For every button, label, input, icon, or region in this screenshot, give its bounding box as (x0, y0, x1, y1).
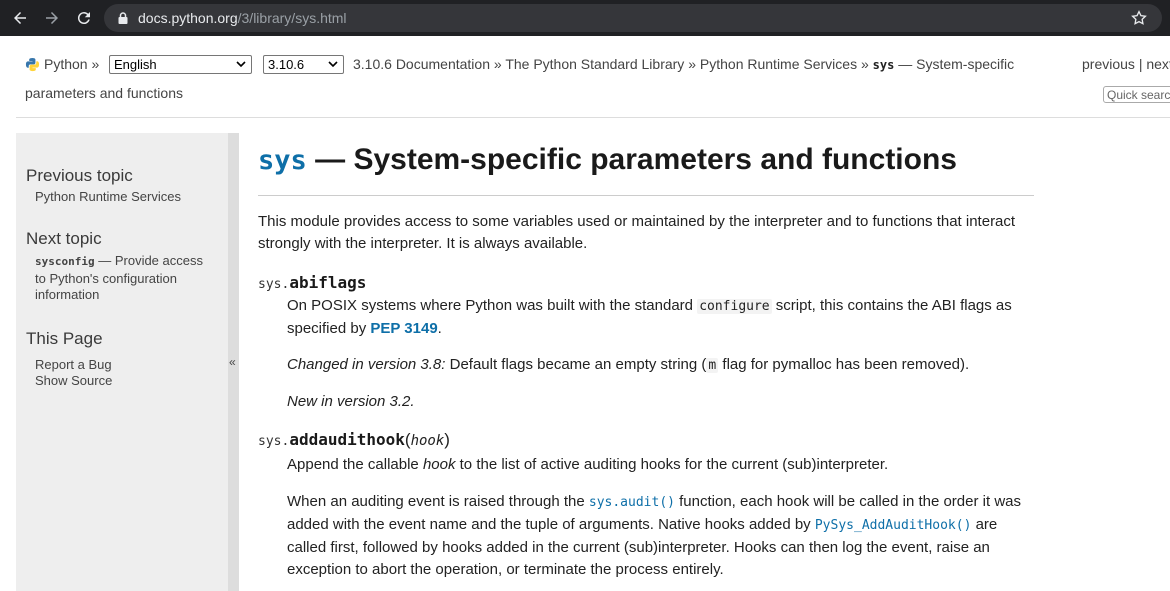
breadcrumb-docs[interactable]: 3.10.6 Documentation (353, 56, 490, 72)
forward-arrow-icon (46, 12, 58, 24)
previous-topic-link[interactable]: Python Runtime Services (35, 189, 181, 206)
addaudithook-details: When an auditing event is raised through… (287, 493, 1021, 578)
bookmark-star-icon[interactable] (1130, 9, 1148, 27)
addaudithook-description: Append the callable hook to the list of … (287, 456, 889, 473)
url-text: docs.python.org/3/library/sys.html (138, 10, 347, 26)
reload-button[interactable] (72, 6, 96, 30)
collapse-chevron-icon: « (229, 355, 236, 369)
sidebar-collapse-button[interactable]: « (228, 133, 239, 591)
reload-icon (77, 12, 90, 25)
browser-toolbar: docs.python.org/3/library/sys.html (0, 0, 1170, 36)
header-divider (16, 117, 1170, 118)
next-topic-link[interactable]: sysconfig — Provide access to Python's co… (35, 253, 220, 304)
breadcrumb-stdlib[interactable]: The Python Standard Library (505, 56, 684, 72)
addaudithook-signature: sys.addaudithook(hook) (258, 430, 450, 449)
abiflags-new-note: New in version 3.2. (287, 393, 415, 410)
breadcrumb-current-code: sys (872, 58, 895, 72)
intro-paragraph: This module provides access to some vari… (258, 213, 1016, 252)
prev-next-nav: previous | next (1082, 56, 1170, 72)
python-logo-icon (25, 57, 40, 72)
breadcrumb-runtime[interactable]: Python Runtime Services (700, 56, 857, 72)
page-title: sys — System-specific parameters and fun… (258, 143, 957, 176)
previous-topic-heading: Previous topic (26, 166, 133, 185)
this-page-heading: This Page (26, 329, 103, 348)
sidebar: Previous topic Python Runtime Services N… (16, 133, 228, 591)
related-nav-bar: Python » English 3.10.6 3.10.6 Documenta… (0, 36, 1170, 116)
breadcrumb: 3.10.6 Documentation » The Python Standa… (353, 56, 1015, 72)
pysys-addaudithook-link[interactable]: PySys_AddAuditHook() (815, 518, 972, 533)
next-link[interactable]: next (1146, 56, 1170, 72)
quick-search-input[interactable]: Quick search (1103, 86, 1170, 103)
abiflags-changed-note: Changed in version 3.8: Default flags be… (287, 356, 970, 373)
breadcrumb-current-text: — System-specific (894, 56, 1015, 72)
forward-button[interactable] (40, 6, 64, 30)
report-bug-link[interactable]: Report a Bug (35, 357, 112, 374)
chevron-down-icon (328, 61, 338, 68)
version-select[interactable]: 3.10.6 (263, 55, 344, 74)
pep-3149-link[interactable]: PEP 3149 (370, 320, 437, 337)
language-select[interactable]: English (109, 55, 252, 74)
next-topic-heading: Next topic (26, 229, 102, 248)
breadcrumb-current-cont: parameters and functions (25, 85, 183, 101)
title-divider (258, 195, 1034, 196)
chevron-down-icon (236, 61, 246, 68)
back-button[interactable] (8, 6, 32, 30)
sys-audit-link[interactable]: sys.audit() (589, 495, 675, 510)
python-home-link[interactable]: Python » (44, 56, 99, 72)
previous-link[interactable]: previous (1082, 56, 1135, 72)
address-bar[interactable]: docs.python.org/3/library/sys.html (104, 4, 1162, 32)
abiflags-description: On POSIX systems where Python was built … (287, 297, 1012, 337)
lock-icon (118, 12, 128, 24)
configure-code: configure (697, 299, 772, 314)
abiflags-signature: sys.abiflags (258, 273, 367, 292)
show-source-link[interactable]: Show Source (35, 373, 112, 390)
back-arrow-icon (14, 12, 26, 24)
